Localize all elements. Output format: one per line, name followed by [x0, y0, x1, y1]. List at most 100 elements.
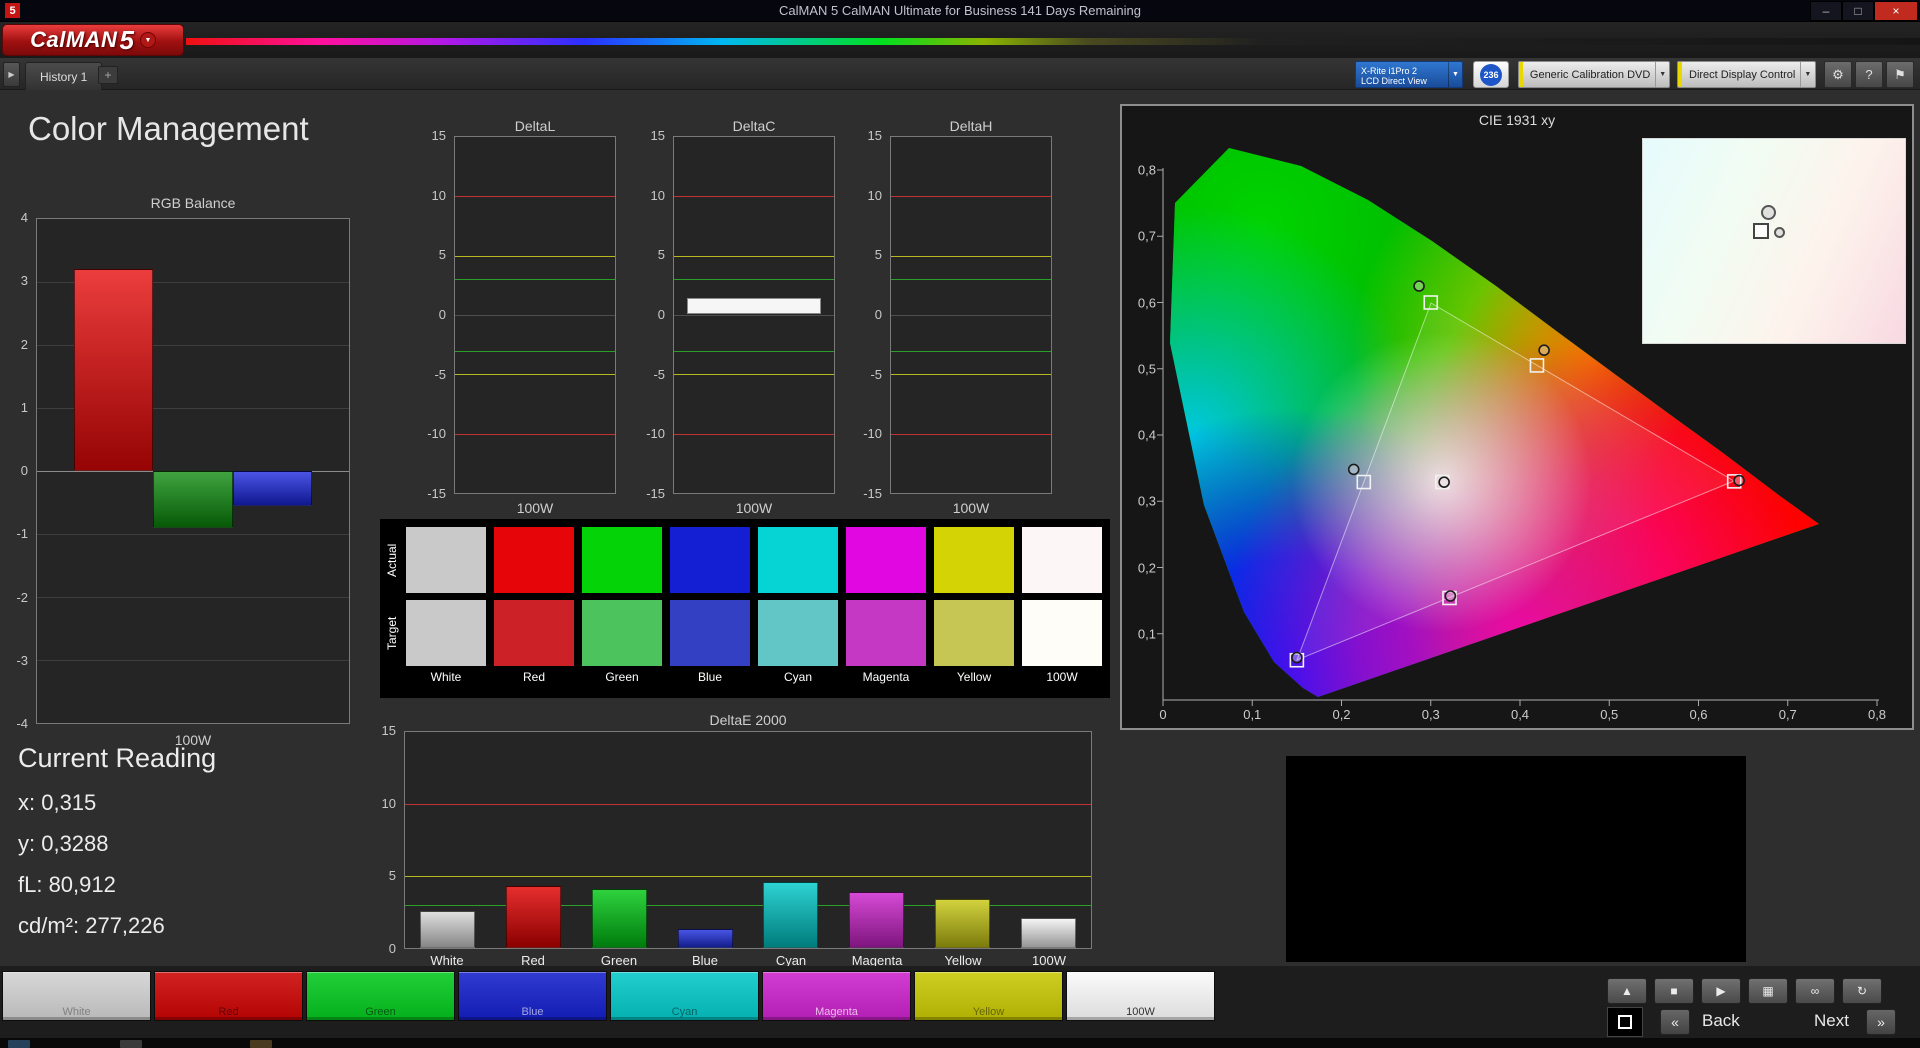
taskbar-icon[interactable]	[8, 1040, 30, 1048]
expand-panel-button[interactable]: ▶	[3, 62, 20, 87]
y-tick-label: 1	[21, 400, 28, 416]
y-tick-label: -4	[16, 716, 28, 732]
threshold-line	[891, 434, 1051, 435]
x-tick-label: 0,6	[1689, 707, 1707, 722]
pattern-button-red[interactable]: Red	[154, 971, 303, 1021]
y-tick-label: -10	[427, 426, 446, 442]
gridline	[37, 534, 349, 535]
bar-magenta	[849, 892, 904, 948]
y-tick-label: 0,2	[1124, 560, 1156, 575]
eject-button[interactable]: ▲	[1607, 978, 1647, 1004]
x-tick-label: 0,1	[1243, 707, 1261, 722]
pattern-button-green[interactable]: Green	[306, 971, 455, 1021]
swatch-target-blue	[670, 600, 750, 666]
bar-green	[153, 471, 233, 528]
x-tick-label: 0,3	[1422, 707, 1440, 722]
reading-x: x: 0,315	[18, 790, 216, 816]
loop-button[interactable]: ∞	[1795, 978, 1835, 1004]
minimize-button[interactable]: –	[1810, 1, 1842, 21]
swatch-target-red	[494, 600, 574, 666]
inset-target-square	[1753, 223, 1769, 239]
gridline	[37, 660, 349, 661]
y-tick-label: -5	[653, 367, 665, 383]
bar-red	[506, 886, 561, 948]
back-button[interactable]: Back	[1702, 1011, 1740, 1031]
taskbar	[0, 1038, 1920, 1048]
next-button[interactable]: Next	[1814, 1011, 1849, 1031]
pattern-window-button[interactable]: ▦	[1748, 978, 1788, 1004]
y-tick-label: -2	[16, 590, 28, 606]
pattern-button-label: Green	[307, 1006, 454, 1018]
pattern-preview-button[interactable]	[1607, 1007, 1643, 1037]
y-tick-label: -15	[427, 486, 446, 502]
logo-menu-caret-icon[interactable]: ▼	[140, 32, 156, 48]
cie-measured-magenta	[1445, 591, 1455, 601]
pattern-button-blue[interactable]: Blue	[458, 971, 607, 1021]
back-arrow-button[interactable]: «	[1660, 1009, 1690, 1035]
swatch-column-label: Cyan	[758, 670, 838, 684]
swatch-actual-white	[406, 527, 486, 593]
chevron-down-icon: ▼	[1800, 62, 1814, 87]
source-dropdown[interactable]: Generic Calibration DVD ▼	[1518, 61, 1670, 88]
y-tick-label: 0	[875, 307, 882, 323]
pattern-button-label: White	[3, 1006, 150, 1018]
pattern-button-yellow[interactable]: Yellow	[914, 971, 1063, 1021]
white-point-zoom-inset	[1642, 138, 1906, 344]
add-tab-button[interactable]: +	[98, 66, 118, 84]
pattern-button-cyan[interactable]: Cyan	[610, 971, 759, 1021]
stop-button[interactable]: ■	[1654, 978, 1694, 1004]
display-control-dropdown[interactable]: Direct Display Control ▼	[1677, 61, 1816, 88]
threshold-line	[455, 315, 615, 316]
y-tick-label: -5	[434, 367, 446, 383]
swatch-target-white	[406, 600, 486, 666]
close-button[interactable]: ×	[1874, 1, 1918, 21]
tab-history-1[interactable]: History 1	[25, 62, 102, 90]
settings-button[interactable]: ⚙	[1824, 61, 1852, 88]
source-dropdown-label: Generic Calibration DVD	[1523, 62, 1655, 87]
meter-dropdown-label: X-Rite i1Pro 2 LCD Direct View	[1356, 62, 1448, 87]
play-button[interactable]: ▶	[1701, 978, 1741, 1004]
x-tick-label: 0,2	[1332, 707, 1350, 722]
taskbar-icon[interactable]	[120, 1040, 142, 1048]
pin-button[interactable]: ⚑	[1886, 61, 1914, 88]
y-tick-label: -1	[16, 526, 28, 542]
pattern-button-magenta[interactable]: Magenta	[762, 971, 911, 1021]
measurement-bar	[687, 298, 821, 314]
pattern-button-label: Blue	[459, 1006, 606, 1018]
y-tick-label: -10	[646, 426, 665, 442]
y-tick-label: 0,8	[1124, 163, 1156, 178]
taskbar-icon[interactable]	[250, 1040, 272, 1048]
inset-measured-circle-small	[1774, 227, 1785, 238]
swatch-actual-red	[494, 527, 574, 593]
row-label-actual: Actual	[383, 527, 401, 593]
y-tick-label: 5	[389, 868, 396, 884]
next-arrow-button[interactable]: »	[1866, 1009, 1896, 1035]
pattern-button-100w[interactable]: 100W	[1066, 971, 1215, 1021]
swatch-column-label: Yellow	[934, 670, 1014, 684]
pattern-button-white[interactable]: White	[2, 971, 151, 1021]
help-icon: ?	[1865, 67, 1872, 82]
threshold-line	[674, 315, 834, 316]
swatch-target-green	[582, 600, 662, 666]
meter-status-button[interactable]: 236	[1473, 61, 1509, 88]
y-tick-label: 0	[658, 307, 665, 323]
chevron-down-icon: ▼	[1655, 62, 1669, 87]
plot-area	[404, 731, 1092, 949]
y-tick-label: 5	[875, 247, 882, 263]
reading-y: y: 0,3288	[18, 831, 216, 857]
help-button[interactable]: ?	[1855, 61, 1883, 88]
threshold-line	[891, 315, 1051, 316]
refresh-button[interactable]: ↻	[1842, 978, 1882, 1004]
threshold-line	[891, 374, 1051, 375]
rgb-balance-chart: RGB Balance 43210-1-2-3-4 100W	[6, 195, 358, 775]
swatch-target-magenta	[846, 600, 926, 666]
y-tick-label: 0,1	[1124, 626, 1156, 641]
x-tick-label: 0,7	[1779, 707, 1797, 722]
plot-area	[890, 136, 1052, 494]
maximize-button[interactable]: □	[1842, 1, 1874, 21]
meter-dropdown[interactable]: X-Rite i1Pro 2 LCD Direct View ▼	[1355, 61, 1463, 88]
cie-measured-blue	[1292, 653, 1302, 663]
y-tick-label: -5	[870, 367, 882, 383]
calman-logo-menu[interactable]: CalMAN 5 ▼	[2, 24, 184, 56]
y-tick-label: 4	[21, 210, 28, 226]
